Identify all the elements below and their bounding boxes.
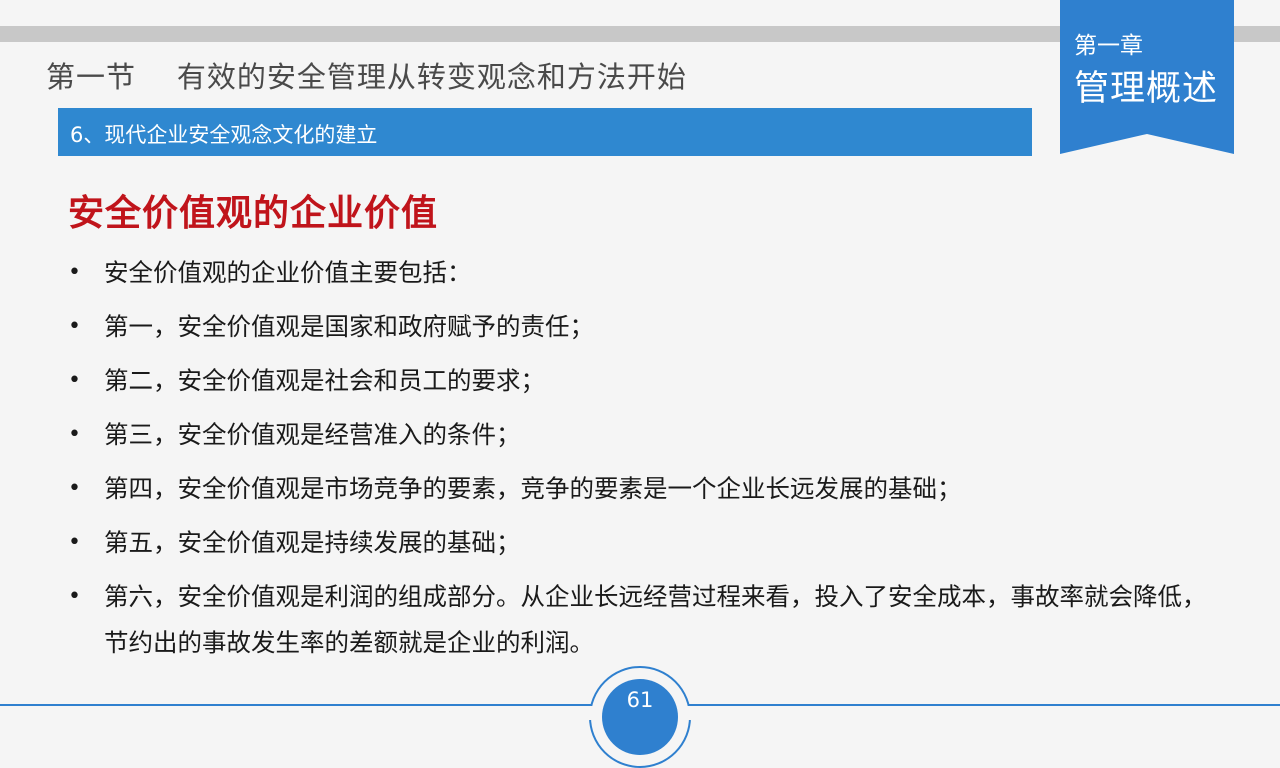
bullet-text: 第四，安全价值观是市场竞争的要素，竞争的要素是一个企业长远发展的基础； bbox=[104, 474, 962, 503]
list-item: • 第二，安全价值观是社会和员工的要求； bbox=[60, 358, 1210, 404]
bullet-dot: • bbox=[68, 476, 81, 501]
bullet-text: 安全价值观的企业价值主要包括： bbox=[104, 258, 472, 287]
bullet-dot: • bbox=[68, 584, 81, 609]
bullet-text: 第五，安全价值观是持续发展的基础； bbox=[104, 528, 521, 557]
bullet-dot: • bbox=[68, 368, 81, 393]
bullet-list: • 安全价值观的企业价值主要包括： • 第一，安全价值观是国家和政府赋予的责任； •… bbox=[60, 250, 1210, 674]
page-number: 61 bbox=[626, 688, 654, 712]
subtitle-banner: 6、现代企业安全观念文化的建立 bbox=[58, 108, 1032, 156]
list-item: • 第三，安全价值观是经营准入的条件； bbox=[60, 412, 1210, 458]
list-item: • 安全价值观的企业价值主要包括： bbox=[60, 250, 1210, 296]
bullet-text: 第二，安全价值观是社会和员工的要求； bbox=[104, 366, 545, 395]
bullet-text: 第一，安全价值观是国家和政府赋予的责任； bbox=[104, 312, 594, 341]
subtitle-text: 6、现代企业安全观念文化的建立 bbox=[70, 123, 378, 147]
bullet-dot: • bbox=[68, 530, 81, 555]
list-item: • 第四，安全价值观是市场竞争的要素，竞争的要素是一个企业长远发展的基础； bbox=[60, 466, 1210, 512]
chapter-badge: 第一章 管理概述 bbox=[1060, 0, 1234, 154]
bullet-dot: • bbox=[68, 314, 81, 339]
bullet-dot: • bbox=[68, 422, 81, 447]
chapter-number: 第一章 bbox=[1074, 33, 1143, 59]
chapter-name: 管理概述 bbox=[1074, 69, 1219, 109]
bullet-text: 第六，安全价值观是利润的组成部分。从企业长远经营过程来看，投入了安全成本，事故率… bbox=[104, 582, 1207, 657]
bullet-dot: • bbox=[68, 260, 81, 285]
main-heading: 安全价值观的企业价值 bbox=[68, 193, 439, 234]
bullet-text: 第三，安全价值观是经营准入的条件； bbox=[104, 420, 521, 449]
list-item: • 第五，安全价值观是持续发展的基础； bbox=[60, 520, 1210, 566]
section-title: 第一节 有效的安全管理从转变观念和方法开始 bbox=[46, 60, 687, 94]
list-item: • 第六，安全价值观是利润的组成部分。从企业长远经营过程来看，投入了安全成本，事故… bbox=[60, 574, 1210, 666]
list-item: • 第一，安全价值观是国家和政府赋予的责任； bbox=[60, 304, 1210, 350]
